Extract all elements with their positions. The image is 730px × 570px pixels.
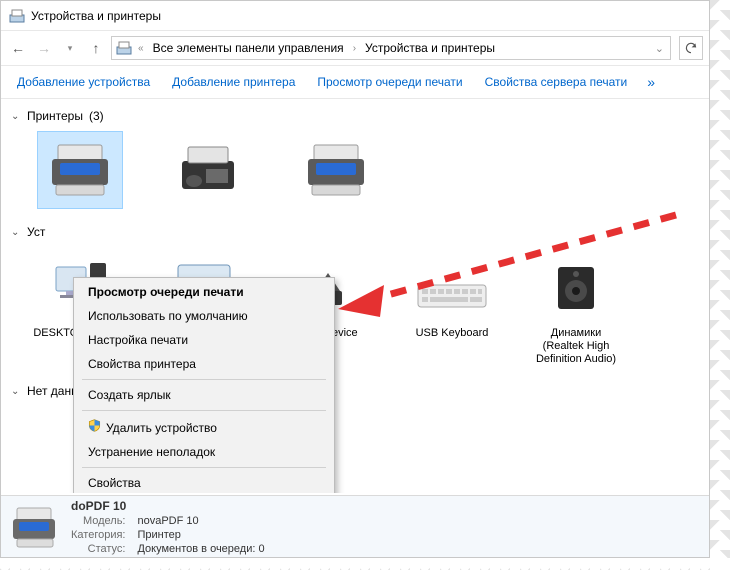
navbar: ← → ▾ ↑ « Все элементы панели управления…: [1, 31, 709, 65]
devices-printers-icon: [116, 40, 132, 56]
speaker-icon: [533, 247, 619, 325]
cmd-add-device[interactable]: Добавление устройства: [11, 71, 156, 93]
cmd-more[interactable]: »: [643, 70, 659, 94]
ctx-remove-device[interactable]: Удалить устройство: [74, 414, 334, 440]
device-label: Динамики(Realtek HighDefinition Audio): [536, 327, 616, 366]
keyboard-icon: [409, 247, 495, 325]
up-button[interactable]: ↑: [85, 37, 107, 59]
window-title: Устройства и принтеры: [31, 9, 161, 23]
k-status: Статус:: [71, 543, 125, 555]
screenshot-torn-edge: [0, 558, 710, 570]
printer-icon: [11, 505, 59, 549]
chevron-down-icon: ⌄: [11, 227, 21, 238]
addr-segment[interactable]: Все элементы панели управления: [150, 41, 347, 55]
chevron-down-icon: ⌄: [11, 386, 21, 397]
k-category: Категория:: [71, 529, 125, 541]
address-bar[interactable]: « Все элементы панели управления › Устро…: [111, 36, 671, 60]
recent-dropdown[interactable]: ▾: [59, 37, 81, 59]
ctx-set-default[interactable]: Использовать по умолчанию: [74, 304, 334, 328]
details-pane: doPDF 10 Модель: novaPDF 10 Категория: П…: [1, 495, 709, 557]
cmd-view-queue[interactable]: Просмотр очереди печати: [311, 71, 468, 93]
uac-shield-icon: [88, 419, 102, 432]
ctx-properties[interactable]: Свойства: [74, 471, 334, 493]
ctx-printer-props[interactable]: Свойства принтера: [74, 352, 334, 376]
back-button[interactable]: ←: [7, 37, 29, 59]
k-model: Модель:: [71, 515, 125, 527]
devices-printers-icon: [9, 8, 25, 24]
addr-prefix: «: [136, 43, 146, 54]
ctx-view-queue[interactable]: Просмотр очереди печати: [74, 280, 334, 304]
chevron-down-icon: ⌄: [11, 111, 21, 122]
addr-segment[interactable]: Устройства и принтеры: [362, 41, 498, 55]
ctx-remove-device-label: Удалить устройство: [106, 421, 217, 435]
ctx-print-prefs[interactable]: Настройка печати: [74, 328, 334, 352]
refresh-button[interactable]: [679, 36, 703, 60]
group-printers-name: Принтеры: [27, 109, 83, 123]
v-category: Принтер: [137, 529, 264, 541]
ctx-create-shortcut[interactable]: Создать ярлык: [74, 383, 334, 407]
details-meta: doPDF 10 Модель: novaPDF 10 Категория: П…: [71, 499, 277, 555]
device-item[interactable]: Динамики(Realtek HighDefinition Audio): [521, 247, 631, 366]
printers-row: [11, 127, 699, 217]
screenshot-torn-edge: [710, 0, 730, 558]
forward-button[interactable]: →: [33, 37, 55, 59]
group-printers-header[interactable]: ⌄ Принтеры (3): [11, 105, 699, 127]
command-bar: Добавление устройства Добавление принтер…: [1, 65, 709, 99]
printer-icon: [293, 131, 379, 209]
titlebar: Устройства и принтеры: [1, 1, 709, 31]
printer-item[interactable]: [281, 131, 391, 209]
printer-item[interactable]: [153, 131, 263, 209]
group-devices-name: Уст: [27, 225, 45, 239]
fax-icon: [165, 131, 251, 209]
device-label: USB Keyboard: [416, 327, 489, 340]
cmd-server-props[interactable]: Свойства сервера печати: [479, 71, 634, 93]
ctx-separator: [82, 410, 326, 411]
ctx-separator: [82, 467, 326, 468]
details-name: doPDF 10: [71, 499, 277, 513]
v-status: Документов в очереди: 0: [137, 543, 264, 555]
device-item[interactable]: USB Keyboard: [397, 247, 507, 366]
printer-icon: [37, 131, 123, 209]
ctx-troubleshoot[interactable]: Устранение неполадок: [74, 440, 334, 464]
chevron-right-icon: ›: [351, 43, 358, 54]
group-printers-count: (3): [89, 109, 104, 123]
window: Устройства и принтеры ← → ▾ ↑ « Все элем…: [0, 0, 710, 558]
group-devices-header[interactable]: ⌄ Уст: [11, 221, 699, 243]
content-area: ⌄ Принтеры (3) ⌄ Уст: [1, 99, 709, 493]
ctx-separator: [82, 379, 326, 380]
cmd-add-printer[interactable]: Добавление принтера: [166, 71, 301, 93]
printer-item-selected[interactable]: [25, 131, 135, 209]
addr-dropdown-icon[interactable]: ⌄: [653, 42, 666, 55]
context-menu: Просмотр очереди печати Использовать по …: [73, 277, 335, 493]
v-model: novaPDF 10: [137, 515, 264, 527]
